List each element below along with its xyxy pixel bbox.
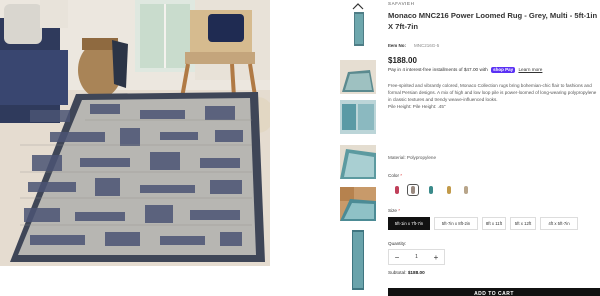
quantity-label: Quantity: bbox=[388, 241, 407, 246]
shop-pay-logo: shop Pay bbox=[491, 67, 516, 73]
thumbnail-4[interactable] bbox=[340, 145, 376, 179]
thumbnail-3[interactable] bbox=[340, 100, 376, 134]
thumbnail-6[interactable] bbox=[340, 230, 376, 290]
quantity-stepper: − 1 + bbox=[388, 249, 445, 265]
size-required-mark: * bbox=[398, 208, 401, 213]
swatch-color-chip bbox=[447, 186, 451, 194]
color-swatch-pink-multi[interactable] bbox=[391, 184, 403, 196]
color-label-text: Color bbox=[388, 173, 399, 178]
color-swatch-teal-multi[interactable] bbox=[425, 184, 437, 196]
thumbnail-1[interactable] bbox=[340, 12, 376, 46]
size-option-3[interactable]: 8ft x 11ft bbox=[482, 217, 506, 230]
product-price: $188.00 bbox=[388, 56, 417, 65]
swatch-color-chip bbox=[395, 186, 399, 194]
pile-height: Pile Height: Pile Height: .45" bbox=[388, 104, 446, 109]
quantity-plus-button[interactable]: + bbox=[432, 253, 440, 262]
subtotal: Subtotal: $188.00 bbox=[388, 270, 425, 275]
chevron-up-icon[interactable] bbox=[352, 2, 364, 10]
add-to-cart-button[interactable]: ADD TO CART bbox=[388, 288, 600, 296]
size-option-1[interactable]: 5ft-1in x 7ft-7in bbox=[388, 217, 430, 230]
size-option-2[interactable]: 5ft-7in x 8ft-2in bbox=[434, 217, 478, 230]
color-label: Color * bbox=[388, 173, 402, 178]
main-product-image[interactable] bbox=[0, 0, 270, 266]
subtotal-value: $188.00 bbox=[407, 270, 425, 275]
thumbnail-5[interactable] bbox=[340, 187, 376, 221]
color-swatch-grey-multi[interactable] bbox=[407, 184, 419, 196]
installments-text: Pay in 4 interest-free installments of $… bbox=[388, 67, 542, 73]
product-title: Monaco MNC216 Power Loomed Rug - Grey, M… bbox=[388, 11, 598, 31]
sku-label: Item No: bbox=[388, 43, 406, 48]
learn-more-link[interactable]: Learn more bbox=[518, 67, 542, 72]
swatch-color-chip bbox=[464, 186, 468, 194]
description-paragraph: Free-spirited and vibrantly colored, Mon… bbox=[388, 83, 597, 102]
product-brand[interactable]: SAFAVIEH bbox=[388, 1, 414, 6]
size-label: Size * bbox=[388, 208, 400, 213]
size-option-5[interactable]: 4ft x 5ft-7in bbox=[540, 217, 578, 230]
color-required-mark: * bbox=[400, 173, 403, 178]
thumbnail-column bbox=[336, 0, 380, 296]
subtotal-label: Subtotal: bbox=[388, 270, 407, 275]
size-option-4[interactable]: 5ft x 12ft bbox=[510, 217, 536, 230]
swatch-color-chip bbox=[411, 186, 415, 194]
sku-value: MNC216G-5 bbox=[414, 43, 440, 48]
installments-message: Pay in 4 interest-free installments of $… bbox=[388, 67, 488, 73]
color-swatch-beige-multi[interactable] bbox=[460, 184, 472, 196]
size-label-text: Size bbox=[388, 208, 397, 213]
color-swatch-gold-multi[interactable] bbox=[443, 184, 455, 196]
room-scene-illustration bbox=[0, 0, 270, 266]
quantity-value[interactable]: 1 bbox=[415, 254, 418, 260]
quantity-minus-button[interactable]: − bbox=[393, 253, 401, 262]
product-material: Material: Polypropylene bbox=[388, 155, 437, 160]
swatch-color-chip bbox=[429, 186, 433, 194]
thumbnail-2[interactable] bbox=[340, 60, 376, 94]
product-description: Free-spirited and vibrantly colored, Mon… bbox=[388, 82, 598, 110]
